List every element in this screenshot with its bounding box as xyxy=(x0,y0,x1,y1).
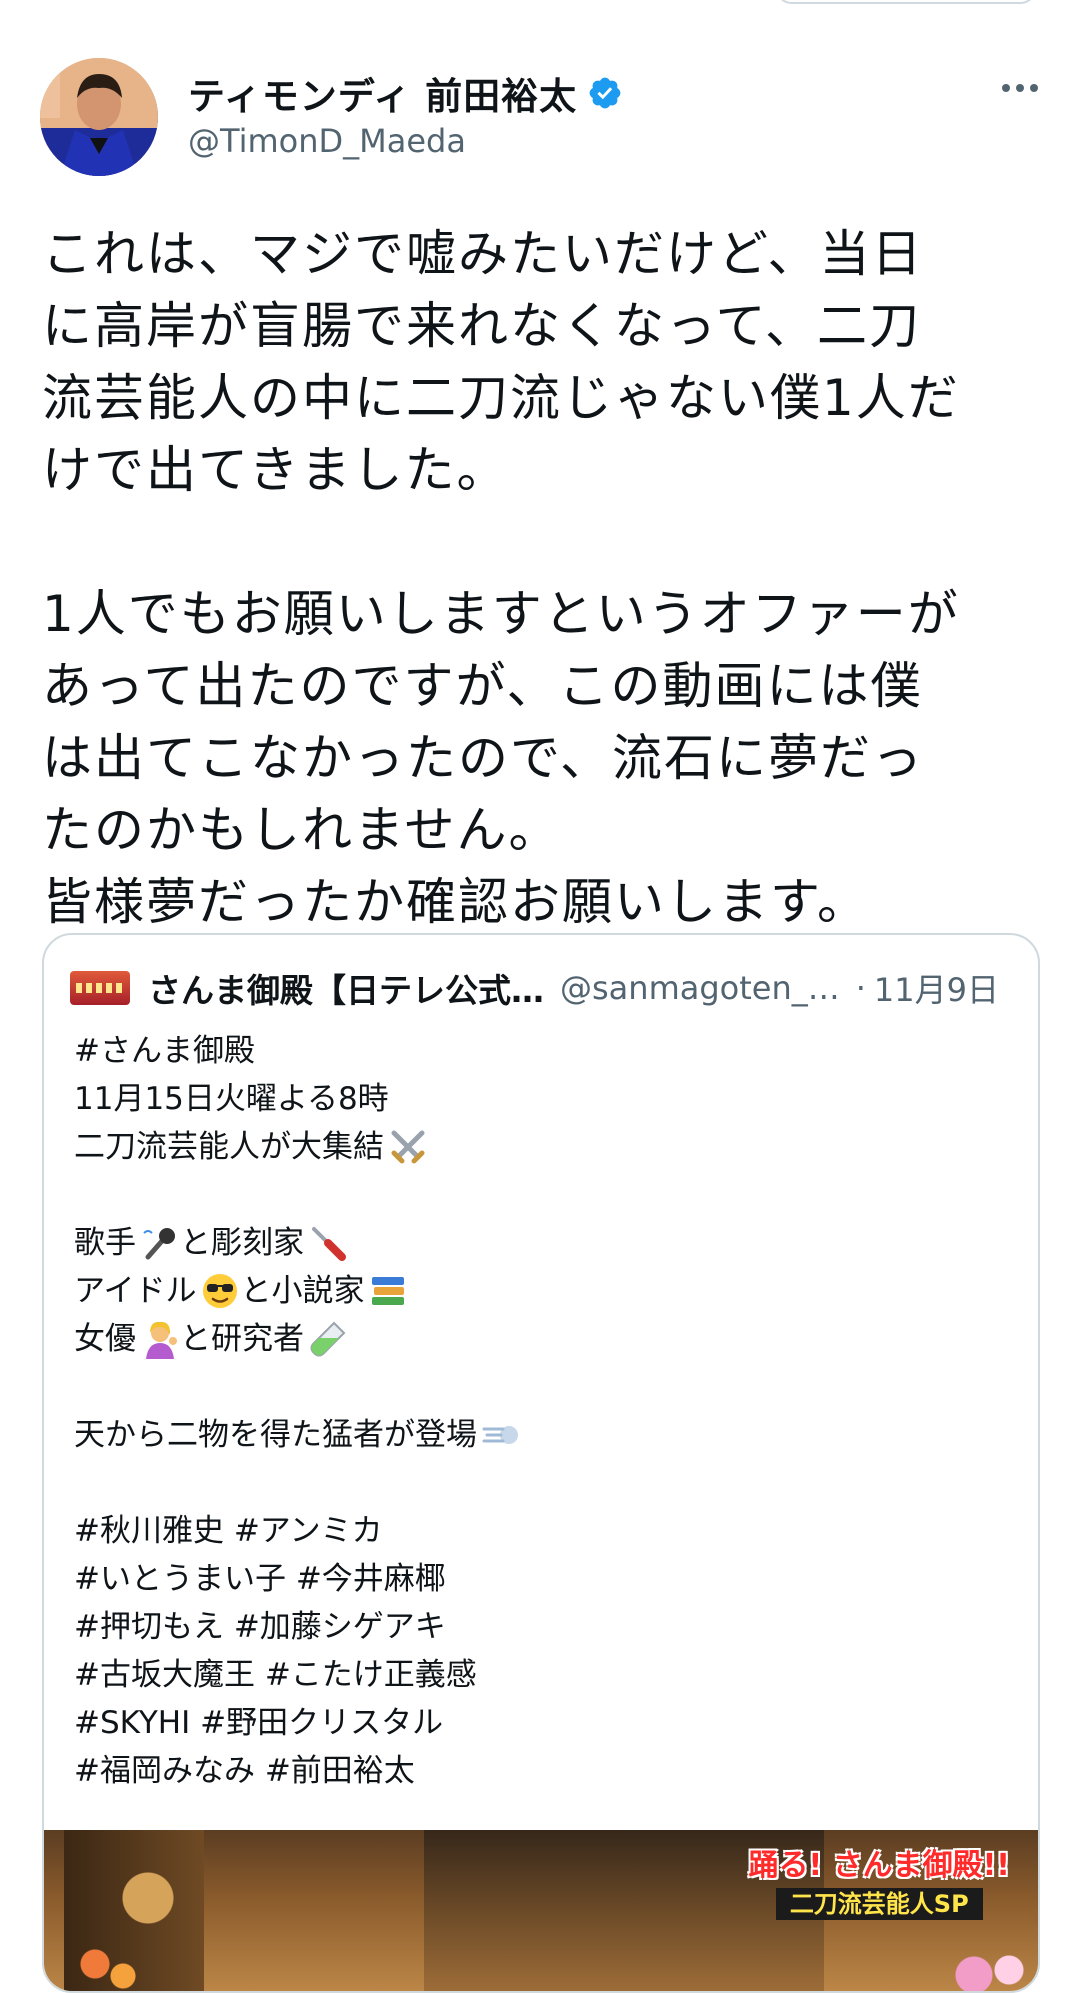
dash-icon xyxy=(482,1426,518,1444)
quoted-tweet-date[interactable]: 11月9日 xyxy=(874,965,999,1011)
text-line: と彫刻家 xyxy=(180,1225,304,1261)
quoted-tweet-header: さんま御殿【日テレ公式… @sanmagoten_… · 11月9日 xyxy=(70,963,1030,1013)
avatar[interactable] xyxy=(40,58,158,176)
text-line: 歌手 xyxy=(74,1225,136,1261)
text-line: 11月15日火曜よる8時 xyxy=(74,1081,389,1117)
test-tube-icon xyxy=(310,1321,346,1357)
tweet-header: ティモンディ 前田裕太 @TimonD_Maeda xyxy=(40,58,1050,188)
more-options-icon[interactable] xyxy=(1000,78,1040,98)
hashtag-line[interactable]: #秋川雅史 #アンミカ xyxy=(74,1507,383,1555)
tweet-text: これは、マジで嘘みたいだけど、当日 に高岸が盲腸で来れなくなって、二刀 流芸能人… xyxy=(42,225,960,931)
hashtag-line[interactable]: #押切もえ #加藤シゲアキ xyxy=(74,1603,446,1651)
text-line: 二刀流芸能人が大集結 xyxy=(74,1129,384,1165)
text-line: 天から二物を得た猛者が登場 xyxy=(74,1417,477,1453)
verified-badge-icon xyxy=(587,75,623,111)
quoted-tweet-text: #さんま御殿 11月15日火曜よる8時 二刀流芸能人が大集結 歌手 と彫刻家 ア… xyxy=(74,1027,1004,1795)
author-display-name[interactable]: ティモンディ 前田裕太 xyxy=(188,66,577,120)
text-line: と小説家 xyxy=(240,1273,365,1309)
quoted-tweet-media[interactable]: 踊る! さんま御殿!! 二刀流芸能人SP xyxy=(44,1830,1038,1991)
hashtag-line[interactable]: #古坂大魔王 #こたけ正義感 xyxy=(74,1651,477,1699)
text-line: と研究者 xyxy=(180,1321,304,1357)
crossed-swords-icon xyxy=(391,1130,425,1164)
quoted-account-name[interactable]: さんま御殿【日テレ公式… xyxy=(148,964,544,1012)
quoted-account-logo[interactable] xyxy=(70,971,130,1005)
sunglasses-face-icon xyxy=(203,1274,238,1308)
screwdriver-icon xyxy=(312,1227,346,1261)
hashtag-line[interactable]: #SKYHI #野田クリスタル xyxy=(74,1699,443,1747)
media-title-text: 踊る! さんま御殿!! xyxy=(748,1848,1011,1883)
media-subtitle-text: 二刀流芸能人SP xyxy=(775,1888,983,1920)
text-line: 女優 xyxy=(74,1321,136,1357)
microphone-icon xyxy=(143,1228,175,1260)
text-line: アイドル xyxy=(74,1273,197,1309)
quoted-account-handle[interactable]: @sanmagoten_… xyxy=(560,969,840,1007)
media-show-title: 踊る! さんま御殿!! 二刀流芸能人SP xyxy=(748,1848,1011,1921)
media-flowers xyxy=(74,1940,144,1991)
woman-tipping-hand-icon xyxy=(146,1321,177,1359)
dot-separator: · xyxy=(855,969,866,1007)
top-action-pill[interactable] xyxy=(775,0,1037,4)
books-icon xyxy=(372,1277,405,1305)
author-handle[interactable]: @TimonD_Maeda xyxy=(188,122,466,160)
quoted-tweet-card[interactable]: さんま御殿【日テレ公式… @sanmagoten_… · 11月9日 #さんま御… xyxy=(42,933,1040,1993)
hashtag-line[interactable]: #福岡みなみ #前田裕太 xyxy=(74,1747,415,1795)
hashtag-line[interactable]: #いとうまい子 #今井麻椰 xyxy=(74,1555,446,1603)
media-flowers xyxy=(934,1950,1034,1991)
hashtag-line[interactable]: #さんま御殿 xyxy=(74,1027,255,1075)
